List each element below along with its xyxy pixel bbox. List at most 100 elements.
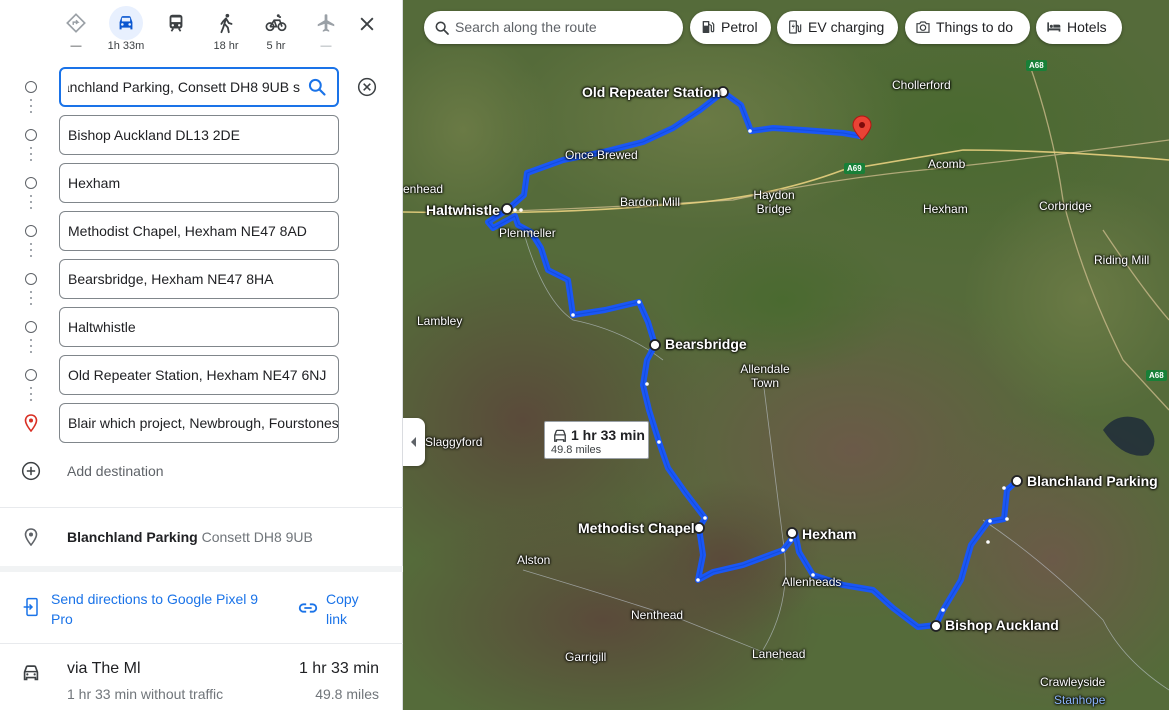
- map-place-label: Allenheads: [782, 575, 842, 589]
- waypoint-marker[interactable]: [649, 339, 661, 351]
- share-actions-row: Send directions to Google Pixel 9 Pro Co…: [0, 573, 403, 641]
- route-vertex: [513, 208, 517, 212]
- stop-label-blanchland-parking[interactable]: Blanchland Parking: [1027, 473, 1158, 489]
- satellite-map[interactable]: Chollerford Once Brewed Acomb enhead Hay…: [403, 0, 1169, 710]
- start-location-input[interactable]: Blanchland Parking, Consett DH8 9UB s: [59, 67, 339, 107]
- route-duration: 1 hr 33 min: [298, 660, 379, 677]
- send-to-device-icon: [23, 597, 38, 617]
- map-place-label: enhead: [403, 182, 444, 196]
- stop-label-haltwhistle[interactable]: Haltwhistle: [426, 202, 500, 218]
- route-connector-dots: [30, 145, 32, 163]
- mode-label: —: [320, 40, 332, 52]
- start-location-text: Blanchland Parking, Consett DH8 9UB s: [68, 79, 300, 95]
- remove-stop-icon[interactable]: [357, 77, 377, 97]
- ev-charger-icon: [789, 20, 802, 34]
- stop-label-hexham[interactable]: Hexham: [802, 526, 856, 542]
- stop-input[interactable]: Hexham: [59, 163, 339, 203]
- stop-label-bearsbridge[interactable]: Bearsbridge: [665, 336, 747, 352]
- chip-hotels[interactable]: Hotels: [1036, 11, 1122, 44]
- send-to-phone-button[interactable]: Send directions to Google Pixel 9 Pro: [22, 587, 272, 627]
- destination-pin-icon: [24, 414, 38, 432]
- map-place-label: Chollerford: [892, 78, 951, 92]
- route-vertex: [1002, 486, 1006, 490]
- stop-label-methodist-chapel[interactable]: Methodist Chapel: [578, 520, 695, 536]
- stop-input[interactable]: Bearsbridge, Hexham NE47 8HA: [59, 259, 339, 299]
- app-root: — 1h 33m 18 hr 5 hr — Blanchland Parking…: [0, 0, 1169, 710]
- bed-icon: [1047, 22, 1061, 32]
- pin-center: [859, 122, 865, 128]
- mode-best[interactable]: —: [51, 6, 101, 54]
- chip-label: Petrol: [721, 19, 758, 35]
- stop-row-4: Bearsbridge, Hexham NE47 8HA: [0, 259, 403, 299]
- close-icon: [360, 17, 374, 31]
- car-icon: [109, 6, 143, 40]
- search-along-route-input[interactable]: Search along the route: [424, 11, 683, 44]
- mode-transit[interactable]: [151, 6, 201, 54]
- waypoint-marker[interactable]: [930, 620, 942, 632]
- route-duration-callout[interactable]: 1 hr 33 min 49.8 miles: [544, 421, 649, 459]
- stop-row-2: Hexham: [0, 163, 403, 203]
- stop-row-6: Old Repeater Station, Hexham NE47 6NJ: [0, 355, 403, 395]
- waypoint-marker[interactable]: [501, 203, 513, 215]
- route-vertex: [519, 208, 523, 212]
- stop-row-start: Blanchland Parking, Consett DH8 9UB s: [0, 67, 403, 107]
- stop-label-bishop-auckland[interactable]: Bishop Auckland: [945, 617, 1059, 633]
- route-vertex: [657, 440, 661, 444]
- map-place-label: Garrigill: [565, 650, 607, 664]
- stop-circle-icon: [25, 369, 37, 381]
- chip-things-to-do[interactable]: Things to do: [905, 11, 1030, 44]
- map-place-label: Hexham: [923, 202, 968, 216]
- waypoint-marker[interactable]: [786, 527, 798, 539]
- route-vertex: [988, 519, 992, 523]
- stop-circle-icon: [25, 129, 37, 141]
- map-place-label: Lambley: [417, 314, 463, 328]
- waypoint-marker[interactable]: [1011, 475, 1023, 487]
- stop-input[interactable]: Old Repeater Station, Hexham NE47 6NJ: [59, 355, 339, 395]
- route-vertex: [781, 548, 785, 552]
- route-via: via The Ml: [67, 660, 141, 677]
- stop-row-destination: Blair which project, Newbrough, Fourston…: [0, 403, 403, 443]
- mode-flights[interactable]: —: [301, 6, 351, 54]
- divider: [0, 643, 403, 644]
- place-name: Blanchland Parking: [67, 529, 198, 545]
- waypoint-marker[interactable]: [693, 522, 705, 534]
- search-icon[interactable]: [307, 77, 327, 97]
- map-place-label: Corbridge: [1039, 199, 1092, 213]
- copy-link-button[interactable]: Copy link: [297, 587, 387, 627]
- map-place-label: Haydon Bridge: [753, 188, 795, 216]
- stop-row-3: Methodist Chapel, Hexham NE47 8AD: [0, 211, 403, 251]
- search-icon: [435, 21, 449, 35]
- mode-label: 1h 33m: [107, 40, 145, 52]
- link-icon: [298, 603, 318, 613]
- mode-walking[interactable]: 18 hr: [201, 6, 251, 54]
- route-vertex: [1005, 517, 1009, 521]
- stop-label-old-repeater-station[interactable]: Old Repeater Station: [582, 84, 720, 100]
- map-place-label: Allendale Town: [740, 362, 790, 390]
- route-vertex: [696, 578, 700, 582]
- route-subtitle: 1 hr 33 min without traffic: [67, 686, 224, 702]
- selected-place-row[interactable]: Blanchland Parking Consett DH8 9UB: [0, 515, 403, 559]
- close-directions-button[interactable]: [354, 11, 380, 37]
- destination-input[interactable]: Blair which project, Newbrough, Fourston…: [59, 403, 339, 443]
- start-circle-icon: [25, 81, 37, 93]
- map-canvas: [403, 0, 1169, 710]
- stop-input[interactable]: Haltwhistle: [59, 307, 339, 347]
- add-destination-button[interactable]: Add destination: [0, 451, 403, 491]
- stop-circle-icon: [25, 225, 37, 237]
- mode-driving[interactable]: 1h 33m: [101, 6, 151, 54]
- stop-input[interactable]: Bishop Auckland DL13 2DE: [59, 115, 339, 155]
- route-option[interactable]: via The Ml 1 hr 33 min without traffic 1…: [0, 646, 403, 710]
- route-connector-dots: [30, 289, 32, 307]
- stop-circle-icon: [25, 177, 37, 189]
- mode-label: 18 hr: [213, 40, 239, 52]
- stop-row-5: Haltwhistle: [0, 307, 403, 347]
- route-vertex: [571, 313, 575, 317]
- chip-petrol[interactable]: Petrol: [690, 11, 771, 44]
- stop-input[interactable]: Methodist Chapel, Hexham NE47 8AD: [59, 211, 339, 251]
- chip-label: Hotels: [1067, 19, 1107, 35]
- mode-cycling[interactable]: 5 hr: [251, 6, 301, 54]
- route-vertex: [645, 382, 649, 386]
- collapse-panel-button[interactable]: [403, 418, 425, 466]
- location-pin-icon: [24, 528, 38, 546]
- chip-ev-charging[interactable]: EV charging: [777, 11, 898, 44]
